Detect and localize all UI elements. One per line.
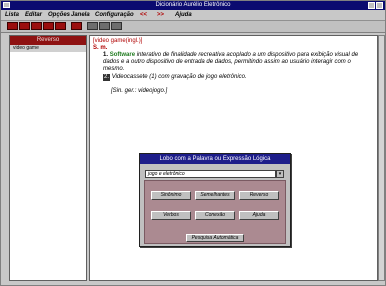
pages-icon[interactable]: [19, 22, 30, 30]
synonym-note: [Sin. ger.: videojogo.]: [111, 88, 168, 94]
reverse-pane-header: Reverso: [10, 36, 86, 45]
vertical-scrollbar[interactable]: [378, 35, 385, 281]
headword: [video game(ingl.)]: [93, 38, 143, 44]
reverse-list-pane: Reverso video game: [9, 35, 87, 281]
menu-janela[interactable]: Janela: [71, 10, 90, 20]
help-button[interactable]: Ajuda: [239, 211, 279, 220]
dictionary-entry: [video game(ingl.)] S. m. 1. Software in…: [93, 38, 373, 95]
search-icon[interactable]: [99, 22, 110, 30]
sense-2-definition: Videocassete (1) com gravação de jogo el…: [111, 74, 247, 80]
similar-button[interactable]: Semelhantes: [195, 191, 235, 200]
auto-search-button[interactable]: Pesquisa Automática: [186, 234, 244, 242]
menu-lista[interactable]: Lista: [5, 10, 19, 20]
window-title: Dicionário Aurélio Eletrônico: [155, 2, 231, 8]
sense-2-tag: 2.: [103, 74, 111, 81]
book-icon[interactable]: [87, 22, 98, 30]
pages-icon[interactable]: [7, 22, 18, 30]
menu-configuracao[interactable]: Configuração: [95, 10, 134, 20]
toolbar: [1, 21, 385, 33]
sense-definition: interativo de finalidade recreativa acop…: [103, 52, 359, 72]
title-bar: Dicionário Aurélio Eletrônico: [1, 1, 385, 10]
nav-next[interactable]: >>: [157, 10, 164, 20]
nav-previous[interactable]: <<: [140, 10, 147, 20]
part-of-speech: S. m.: [93, 45, 108, 51]
sense-number: 1.: [103, 52, 109, 58]
connection-button[interactable]: Conexão: [195, 211, 235, 220]
menu-ajuda[interactable]: Ajuda: [175, 10, 192, 20]
verbs-button[interactable]: Verbos: [151, 211, 191, 220]
minimize-button[interactable]: [368, 2, 375, 9]
question-icon[interactable]: [111, 22, 122, 30]
sense-2: 2. Videocassete (1) com gravação de jogo…: [93, 74, 373, 81]
application-window: Dicionário Aurélio Eletrônico Lista Edit…: [0, 0, 386, 286]
reverse-button[interactable]: Reverso: [239, 191, 279, 200]
search-dialog: Lobo com a Palavra ou Expressão Lógica j…: [139, 153, 291, 247]
list-item[interactable]: video game: [10, 45, 86, 52]
menu-bar: Lista Editar Opções Janela Configuração …: [1, 10, 385, 21]
pages-icon[interactable]: [55, 22, 66, 30]
print-icon[interactable]: [71, 22, 82, 30]
search-input[interactable]: jogo e eletrônico: [145, 170, 276, 178]
domain-label[interactable]: Software: [110, 52, 135, 58]
maximize-button[interactable]: [376, 2, 383, 9]
menu-opcoes[interactable]: Opções: [48, 10, 70, 20]
dropdown-arrow-icon[interactable]: ▾: [276, 170, 284, 178]
sense-1: 1. Software interativo de finalidade rec…: [93, 52, 373, 73]
synonym-button[interactable]: Sinônimo: [151, 191, 191, 200]
pages-icon[interactable]: [43, 22, 54, 30]
pages-icon[interactable]: [31, 22, 42, 30]
menu-editar[interactable]: Editar: [25, 10, 42, 20]
dialog-title: Lobo com a Palavra ou Expressão Lógica: [140, 154, 290, 164]
dialog-options-panel: Sinônimo Semelhantes Reverso Verbos Cone…: [144, 180, 286, 244]
